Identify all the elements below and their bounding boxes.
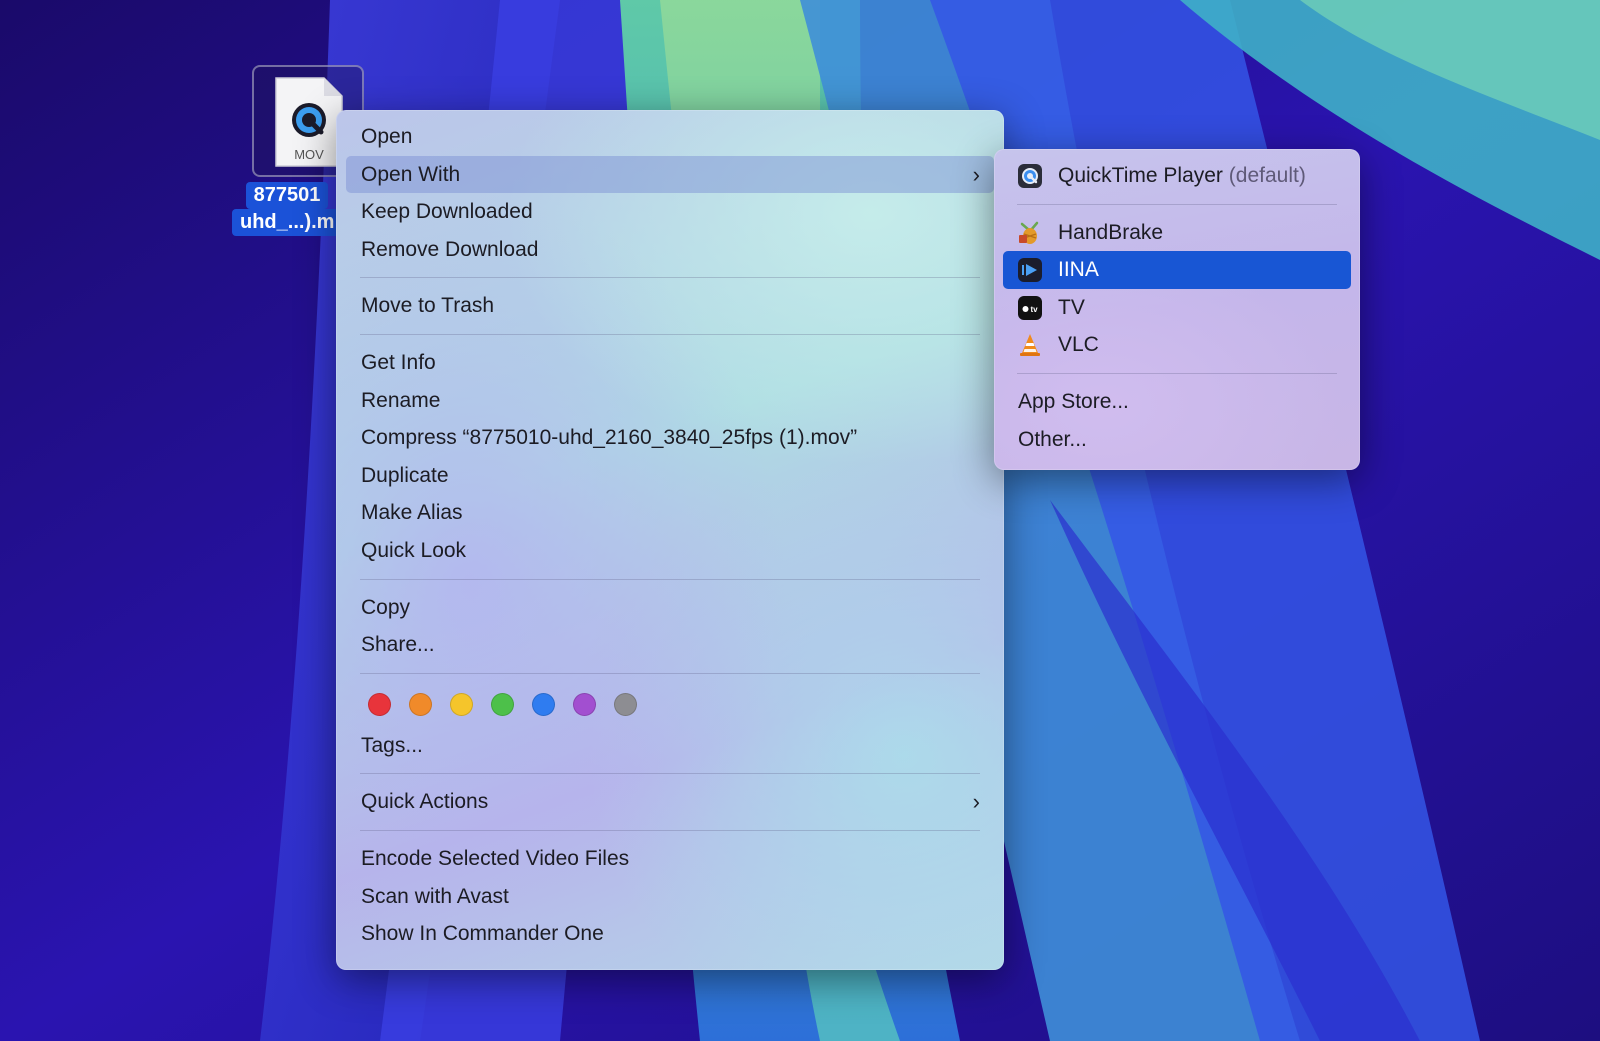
menu-separator	[1017, 203, 1337, 205]
menu-separator	[360, 773, 980, 775]
tag-yellow-dot[interactable]	[450, 693, 473, 717]
menu-item-encode-video[interactable]: Encode Selected Video Files	[346, 840, 994, 878]
apple-tv-icon: tv	[1018, 295, 1042, 320]
submenu-item-vlc[interactable]: VLC	[1003, 326, 1351, 364]
menu-item-open-with[interactable]: Open With ›	[346, 155, 994, 194]
context-menu: Open Open With › Keep Downloaded Remove …	[336, 110, 1004, 970]
menu-item-tags[interactable]: Tags...	[346, 727, 994, 765]
tag-blue-dot[interactable]	[532, 693, 555, 717]
file-name-label[interactable]: 877501 uhd_...).m	[232, 182, 343, 236]
menu-item-duplicate[interactable]: Duplicate	[346, 457, 994, 495]
file-name-line-2: uhd_...).m	[232, 209, 343, 236]
quicktime-icon	[1018, 164, 1042, 188]
submenu-item-iina[interactable]: IINA	[1003, 251, 1351, 289]
menu-item-scan-avast[interactable]: Scan with Avast	[346, 878, 994, 916]
menu-separator	[360, 333, 980, 335]
tag-green-dot[interactable]	[491, 693, 514, 717]
tag-purple-dot[interactable]	[573, 693, 596, 717]
menu-item-compress[interactable]: Compress “8775010-uhd_2160_3840_25fps (1…	[346, 419, 994, 457]
menu-item-move-to-trash[interactable]: Move to Trash	[346, 287, 994, 325]
tag-color-row	[346, 683, 994, 727]
vlc-label: VLC	[1058, 333, 1099, 357]
chevron-right-icon: ›	[972, 789, 980, 815]
menu-separator	[360, 578, 980, 580]
open-with-submenu: QuickTime Player (default) HandBrake IIN…	[994, 149, 1360, 470]
tag-red-dot[interactable]	[368, 693, 391, 717]
menu-item-quick-actions[interactable]: Quick Actions ›	[346, 783, 994, 821]
tag-gray-dot[interactable]	[614, 693, 637, 717]
quicktime-mov-file-icon: MOV	[275, 77, 343, 167]
default-tag: (default)	[1228, 164, 1306, 187]
tag-orange-dot[interactable]	[409, 693, 432, 717]
menu-item-rename[interactable]: Rename	[346, 382, 994, 420]
menu-item-get-info[interactable]: Get Info	[346, 344, 994, 382]
file-type-label: MOV	[294, 147, 324, 162]
svg-text:tv: tv	[1030, 305, 1038, 314]
menu-item-copy[interactable]: Copy	[346, 589, 994, 627]
handbrake-icon	[1019, 221, 1039, 244]
iina-label: IINA	[1058, 258, 1099, 282]
submenu-item-other[interactable]: Other...	[1003, 421, 1351, 459]
desktop[interactable]: MOV 877501 uhd_...).m Open Open With › K…	[0, 0, 1600, 1041]
menu-item-show-commander-one[interactable]: Show In Commander One	[346, 915, 994, 953]
vlc-cone-icon	[1020, 334, 1040, 357]
quicktime-label: QuickTime Player	[1058, 164, 1223, 187]
file-name-line-1: 877501	[245, 182, 329, 209]
iina-icon	[1018, 258, 1042, 283]
submenu-item-handbrake[interactable]: HandBrake	[1003, 214, 1351, 252]
menu-item-quick-look[interactable]: Quick Look	[346, 532, 994, 570]
menu-separator	[360, 829, 980, 831]
menu-item-open[interactable]: Open	[346, 118, 994, 156]
menu-item-quick-actions-label: Quick Actions	[361, 790, 489, 814]
menu-item-share[interactable]: Share...	[346, 626, 994, 664]
menu-item-keep-downloaded[interactable]: Keep Downloaded	[346, 193, 994, 231]
handbrake-label: HandBrake	[1058, 220, 1164, 244]
menu-item-remove-download[interactable]: Remove Download	[346, 231, 994, 269]
menu-item-make-alias[interactable]: Make Alias	[346, 494, 994, 532]
menu-item-open-with-label: Open With	[361, 162, 461, 186]
menu-separator	[1017, 372, 1337, 374]
submenu-item-tv[interactable]: tv TV	[1003, 289, 1351, 327]
submenu-item-quicktime[interactable]: QuickTime Player (default)	[1003, 157, 1351, 195]
menu-separator	[360, 672, 980, 674]
chevron-right-icon: ›	[972, 161, 980, 187]
menu-separator	[360, 277, 980, 279]
tv-label: TV	[1058, 295, 1085, 319]
submenu-item-app-store[interactable]: App Store...	[1003, 383, 1351, 421]
